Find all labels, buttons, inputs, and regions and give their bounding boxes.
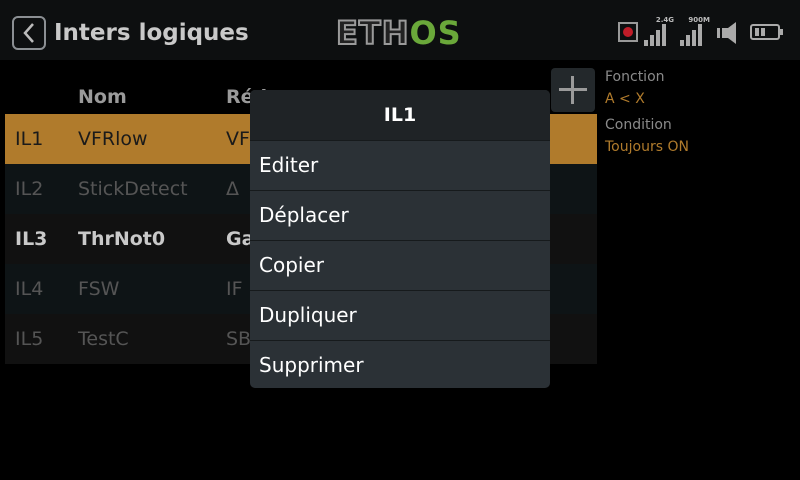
battery-icon xyxy=(750,24,783,40)
context-menu: IL1 Editer Déplacer Copier Dupliquer Sup… xyxy=(250,90,550,388)
menu-item-supprimer[interactable]: Supprimer xyxy=(250,340,550,388)
fonction-value: A < X xyxy=(605,91,645,107)
speaker-icon xyxy=(717,22,736,44)
condition-value: Toujours ON xyxy=(605,139,689,155)
condition-label: Condition xyxy=(605,117,672,133)
signal-2-4g-icon: 2.4G xyxy=(644,16,674,46)
page-title: Inters logiques xyxy=(54,20,249,46)
record-icon xyxy=(618,22,638,42)
signal-900m-icon: 900M xyxy=(680,16,710,46)
header-bar: Inters logiques ETHOS 2.4G 900M xyxy=(0,0,800,60)
menu-item-copier[interactable]: Copier xyxy=(250,240,550,290)
detail-panel: Fonction A < X Condition Toujours ON xyxy=(605,66,689,158)
menu-item-deplacer[interactable]: Déplacer xyxy=(250,190,550,240)
column-header-name: Nom xyxy=(78,86,127,108)
chevron-left-icon xyxy=(23,23,34,43)
status-bar: 2.4G 900M xyxy=(616,16,790,48)
menu-item-dupliquer[interactable]: Dupliquer xyxy=(250,290,550,340)
back-button[interactable] xyxy=(12,16,46,50)
add-button[interactable] xyxy=(551,68,595,112)
fonction-label: Fonction xyxy=(605,69,665,85)
ethos-logo: ETHOS xyxy=(335,13,462,53)
menu-item-editer[interactable]: Editer xyxy=(250,140,550,190)
context-menu-title: IL1 xyxy=(250,90,550,140)
